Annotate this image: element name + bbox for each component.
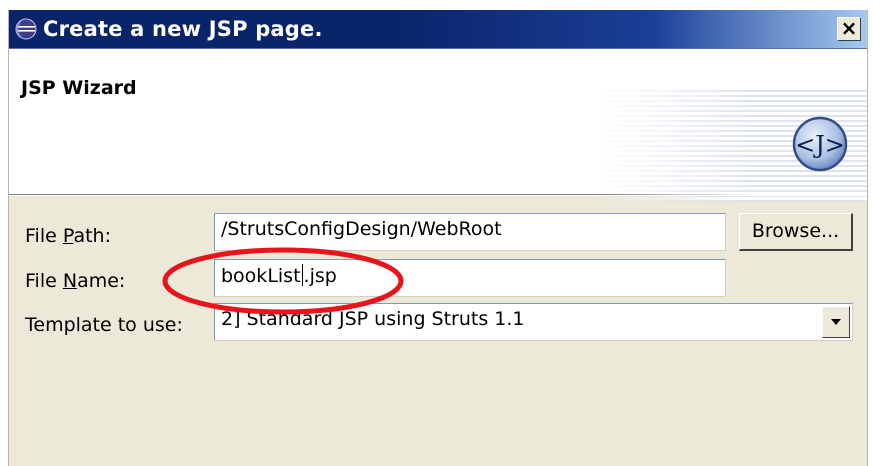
template-dropdown-button[interactable]	[822, 306, 850, 338]
title-bar: Create a new JSP page. ×	[9, 10, 867, 49]
browse-button[interactable]: Browse...	[739, 213, 853, 251]
wizard-header: JSP Wizard <J>	[9, 49, 867, 202]
file-path-value: /StrutsConfigDesign/WebRoot	[221, 218, 502, 240]
close-button[interactable]: ×	[837, 17, 861, 41]
window-title: Create a new JSP page.	[43, 17, 323, 41]
template-selected-value: 2] Standard JSP using Struts 1.1	[221, 308, 525, 330]
template-select[interactable]: 2] Standard JSP using Struts 1.1	[214, 303, 853, 341]
file-name-value-start: bookList	[221, 265, 301, 287]
file-name-input[interactable]: bookList .jsp	[214, 259, 726, 297]
file-name-value-end: .jsp	[303, 265, 337, 287]
wizard-title: JSP Wizard	[21, 77, 137, 99]
file-path-input[interactable]: /StrutsConfigDesign/WebRoot	[214, 213, 726, 251]
file-name-label: File Name:	[25, 270, 126, 292]
text-caret	[301, 264, 303, 286]
jsp-wizard-icon: <J>	[792, 116, 848, 172]
template-label: Template to use:	[25, 314, 183, 336]
close-icon: ×	[840, 16, 858, 40]
jsp-icon-text: <J>	[795, 131, 845, 159]
header-separator	[9, 195, 867, 196]
eclipse-icon	[15, 18, 37, 40]
dialog-window: Create a new JSP page. × JSP Wizard <J> …	[8, 10, 868, 466]
file-path-label: File Path:	[25, 225, 111, 247]
dropdown-arrow-icon	[831, 319, 841, 325]
